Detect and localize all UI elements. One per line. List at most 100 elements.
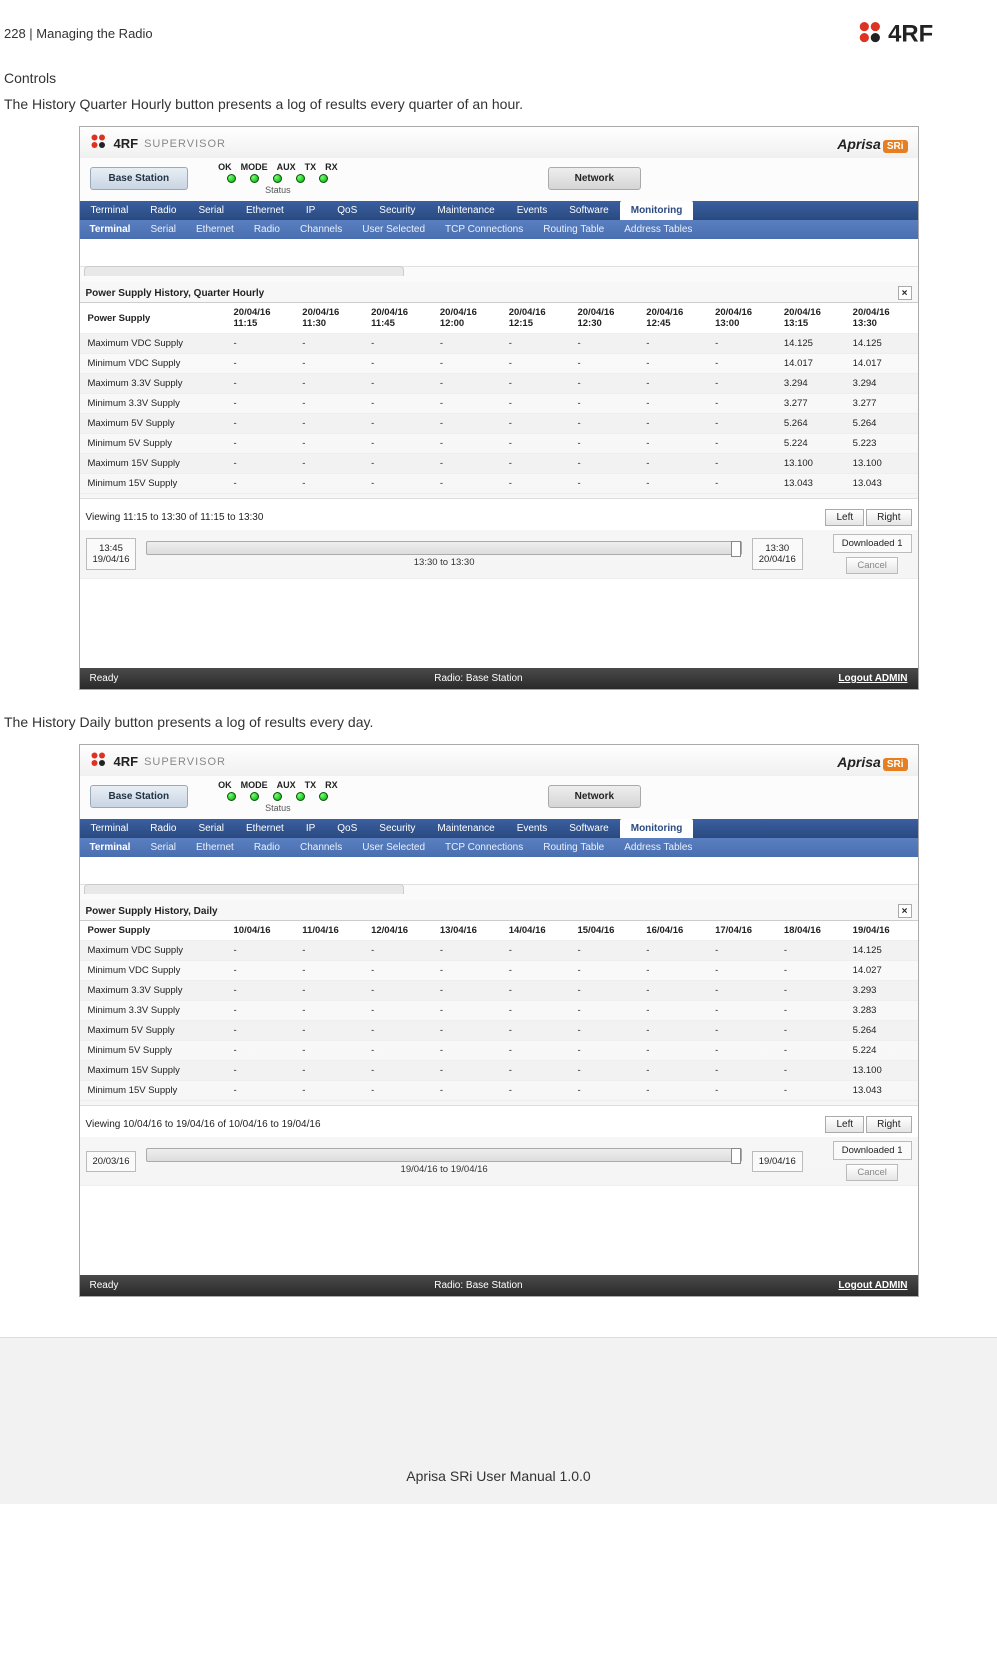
cell-value: -	[436, 1081, 505, 1101]
led-tx-icon	[296, 792, 305, 801]
subnav-item-terminal[interactable]: Terminal	[80, 220, 141, 239]
cell-value: -	[573, 454, 642, 474]
subnav-item-serial[interactable]: Serial	[140, 220, 186, 239]
cell-value: -	[436, 941, 505, 961]
col-header: 15/04/16	[573, 921, 642, 941]
base-station-button[interactable]: Base Station	[90, 167, 189, 190]
nav-item-terminal[interactable]: Terminal	[80, 819, 140, 838]
nav-item-security[interactable]: Security	[368, 819, 426, 838]
nav-item-monitoring[interactable]: Monitoring	[620, 819, 694, 838]
nav-item-events[interactable]: Events	[506, 201, 559, 220]
nav-item-maintenance[interactable]: Maintenance	[426, 201, 505, 220]
led-label: TX	[305, 162, 317, 172]
led-aux-icon	[273, 792, 282, 801]
right-button[interactable]: Right	[866, 509, 911, 526]
subnav-item-ethernet[interactable]: Ethernet	[186, 838, 244, 857]
downloaded-label: Downloaded 1	[833, 534, 912, 553]
cell-value: -	[230, 1041, 299, 1061]
nav-item-monitoring[interactable]: Monitoring	[620, 201, 694, 220]
network-button[interactable]: Network	[548, 167, 641, 190]
base-station-button[interactable]: Base Station	[90, 785, 189, 808]
cell-value: -	[573, 394, 642, 414]
nav-item-ip[interactable]: IP	[295, 819, 326, 838]
cell-value: -	[642, 454, 711, 474]
logo-4rf: 4RF	[857, 18, 967, 48]
nav-item-serial[interactable]: Serial	[187, 201, 235, 220]
network-button[interactable]: Network	[548, 785, 641, 808]
cancel-button[interactable]: Cancel	[846, 557, 898, 574]
cancel-button[interactable]: Cancel	[846, 1164, 898, 1181]
nav-item-maintenance[interactable]: Maintenance	[426, 819, 505, 838]
cell-value: -	[298, 334, 367, 354]
nav-item-radio[interactable]: Radio	[139, 819, 187, 838]
time-slider[interactable]	[146, 541, 741, 555]
nav-item-events[interactable]: Events	[506, 819, 559, 838]
table-row: Maximum 15V Supply--------13.10013.100	[80, 454, 918, 474]
right-button[interactable]: Right	[866, 1116, 911, 1133]
subnav-item-radio[interactable]: Radio	[244, 220, 290, 239]
cell-value: -	[780, 961, 849, 981]
cell-value: -	[230, 374, 299, 394]
nav-item-ethernet[interactable]: Ethernet	[235, 819, 295, 838]
subnav-item-routing-table[interactable]: Routing Table	[533, 220, 614, 239]
slider-end-box: 13:30 20/04/16	[752, 538, 803, 570]
subnav-item-address-tables[interactable]: Address Tables	[614, 220, 702, 239]
row-name: Minimum 5V Supply	[80, 1041, 230, 1061]
cell-value: -	[573, 1021, 642, 1041]
nav-item-ethernet[interactable]: Ethernet	[235, 201, 295, 220]
tab-handle[interactable]	[84, 266, 404, 276]
subnav-item-address-tables[interactable]: Address Tables	[614, 838, 702, 857]
nav-item-qos[interactable]: QoS	[326, 819, 368, 838]
subnav-item-tcp-connections[interactable]: TCP Connections	[435, 838, 533, 857]
subnav-item-terminal[interactable]: Terminal	[80, 838, 141, 857]
slider-handle-icon[interactable]	[731, 1148, 741, 1164]
subnav-item-ethernet[interactable]: Ethernet	[186, 220, 244, 239]
nav-item-security[interactable]: Security	[368, 201, 426, 220]
left-button[interactable]: Left	[825, 1116, 864, 1133]
cell-value: -	[367, 454, 436, 474]
cell-value: -	[780, 1021, 849, 1041]
cell-value: -	[298, 354, 367, 374]
nav-item-serial[interactable]: Serial	[187, 819, 235, 838]
subnav-item-channels[interactable]: Channels	[290, 838, 352, 857]
table-row: Maximum VDC Supply---------14.125	[80, 941, 918, 961]
cell-value: -	[505, 1081, 574, 1101]
row-name: Maximum VDC Supply	[80, 334, 230, 354]
panel-close-button[interactable]: ×	[898, 286, 912, 300]
nav-item-ip[interactable]: IP	[295, 201, 326, 220]
cell-value: -	[642, 394, 711, 414]
subnav-item-user-selected[interactable]: User Selected	[352, 838, 435, 857]
slider-handle-icon[interactable]	[731, 541, 741, 557]
logout-link[interactable]: Logout ADMIN	[838, 673, 907, 684]
row-name: Minimum VDC Supply	[80, 354, 230, 374]
subnav-item-routing-table[interactable]: Routing Table	[533, 838, 614, 857]
subnav-item-tcp-connections[interactable]: TCP Connections	[435, 220, 533, 239]
cell-value: 5.223	[849, 434, 918, 454]
logout-link[interactable]: Logout ADMIN	[838, 1280, 907, 1291]
tab-handle[interactable]	[84, 884, 404, 894]
cell-value: 5.264	[849, 1021, 918, 1041]
nav-item-terminal[interactable]: Terminal	[80, 201, 140, 220]
controls-heading: Controls	[0, 56, 997, 90]
nav-item-qos[interactable]: QoS	[326, 201, 368, 220]
subnav-item-radio[interactable]: Radio	[244, 838, 290, 857]
nav-item-radio[interactable]: Radio	[139, 201, 187, 220]
panel-close-button[interactable]: ×	[898, 904, 912, 918]
left-button[interactable]: Left	[825, 509, 864, 526]
cell-value: -	[230, 414, 299, 434]
cell-value: -	[642, 374, 711, 394]
time-slider[interactable]	[146, 1148, 741, 1162]
led-label: MODE	[241, 780, 268, 790]
cell-value: -	[573, 961, 642, 981]
led-mode-icon	[250, 174, 259, 183]
app-frame-quarter-hourly: 4RF SUPERVISOR AprisaSRi Base Station OK…	[79, 126, 919, 690]
subnav-item-channels[interactable]: Channels	[290, 220, 352, 239]
subnav-item-user-selected[interactable]: User Selected	[352, 220, 435, 239]
cell-value: -	[573, 981, 642, 1001]
nav-item-software[interactable]: Software	[558, 201, 619, 220]
subnav-item-serial[interactable]: Serial	[140, 838, 186, 857]
row-name: Minimum VDC Supply	[80, 961, 230, 981]
cell-value: -	[367, 941, 436, 961]
nav-item-software[interactable]: Software	[558, 819, 619, 838]
cell-value: -	[367, 981, 436, 1001]
